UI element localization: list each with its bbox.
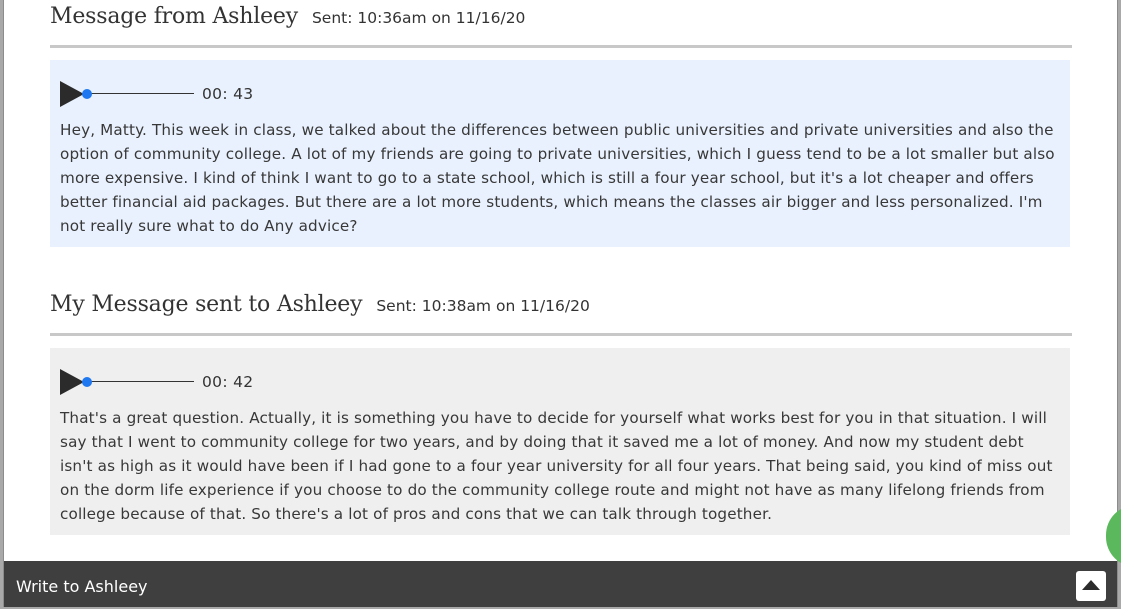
message-text: Hey, Matty. This week in class, we talke…: [60, 121, 1055, 235]
message-title: My Message sent to Ashleey: [50, 292, 363, 317]
message-title: Message from Ashleey: [50, 4, 298, 29]
chevron-up-icon: [1082, 580, 1100, 590]
audio-player: 00: 42: [60, 348, 1060, 396]
message-sent-time: Sent: 10:36am on 11/16/20: [311, 9, 526, 27]
play-icon[interactable]: [60, 81, 84, 107]
message-header: Message from Ashleey Sent: 10:36am on 11…: [50, 4, 1072, 29]
message-body-box: 00: 42 That's a great question. Actually…: [50, 348, 1070, 535]
message-body-box: 00: 43 Hey, Matty. This week in class, w…: [50, 60, 1070, 247]
progress-track: [88, 93, 194, 94]
compose-label[interactable]: Write to Ashleey: [16, 577, 148, 596]
audio-progress-slider[interactable]: [82, 375, 194, 389]
message-text: That's a great question. Actually, it is…: [60, 409, 1053, 523]
message-header: My Message sent to Ashleey Sent: 10:38am…: [50, 292, 1072, 317]
audio-player: 00: 43: [60, 60, 1060, 108]
divider: [50, 333, 1072, 336]
progress-track: [88, 381, 194, 382]
progress-knob[interactable]: [82, 377, 92, 387]
audio-duration: 00: 42: [202, 373, 254, 391]
divider: [50, 45, 1072, 48]
play-icon[interactable]: [60, 369, 84, 395]
collapse-button[interactable]: [1076, 571, 1106, 601]
compose-bar[interactable]: Write to Ashleey: [4, 561, 1117, 607]
progress-knob[interactable]: [82, 89, 92, 99]
message-sent-time: Sent: 10:38am on 11/16/20: [376, 297, 590, 315]
audio-duration: 00: 43: [202, 85, 254, 103]
audio-progress-slider[interactable]: [82, 87, 194, 101]
message-thread-panel: Message from Ashleey Sent: 10:36am on 11…: [3, 0, 1118, 607]
